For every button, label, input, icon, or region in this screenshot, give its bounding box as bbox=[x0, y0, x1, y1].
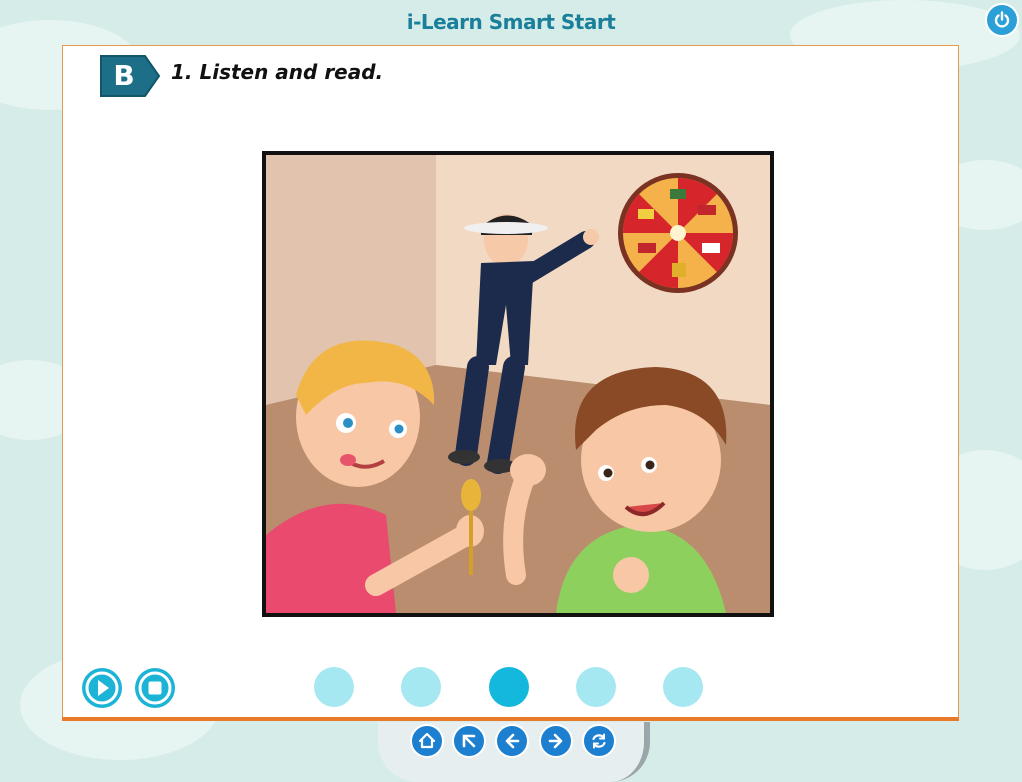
page-dot-1[interactable] bbox=[314, 667, 354, 707]
stop-button[interactable] bbox=[135, 668, 175, 708]
story-illustration bbox=[262, 151, 774, 617]
back-to-menu-button[interactable] bbox=[452, 724, 486, 758]
power-button[interactable] bbox=[985, 3, 1019, 37]
panel-bottom-border bbox=[62, 717, 959, 721]
content-panel: B 1. Listen and read. bbox=[62, 45, 959, 720]
arrow-right-icon bbox=[548, 733, 563, 749]
page-dot-3-active[interactable] bbox=[489, 667, 529, 707]
refresh-button[interactable] bbox=[582, 724, 616, 758]
prize-wheel bbox=[618, 173, 738, 293]
page-dot-2[interactable] bbox=[401, 667, 441, 707]
home-icon bbox=[418, 732, 436, 749]
arrow-up-left-icon bbox=[462, 734, 476, 748]
play-button[interactable] bbox=[82, 668, 122, 708]
next-page-button[interactable] bbox=[539, 724, 573, 758]
section-tag: B bbox=[99, 54, 161, 98]
power-icon bbox=[994, 11, 1010, 28]
page-dot-5[interactable] bbox=[663, 667, 703, 707]
stop-icon bbox=[138, 671, 172, 705]
play-icon bbox=[85, 671, 119, 705]
arrow-left-icon bbox=[505, 733, 520, 749]
refresh-icon bbox=[592, 733, 606, 749]
app-title: i-Learn Smart Start bbox=[406, 10, 616, 34]
page-dot-4[interactable] bbox=[576, 667, 616, 707]
section-letter: B bbox=[113, 59, 135, 92]
previous-page-button[interactable] bbox=[495, 724, 529, 758]
home-button[interactable] bbox=[410, 724, 444, 758]
instruction-text: 1. Listen and read. bbox=[171, 60, 384, 84]
